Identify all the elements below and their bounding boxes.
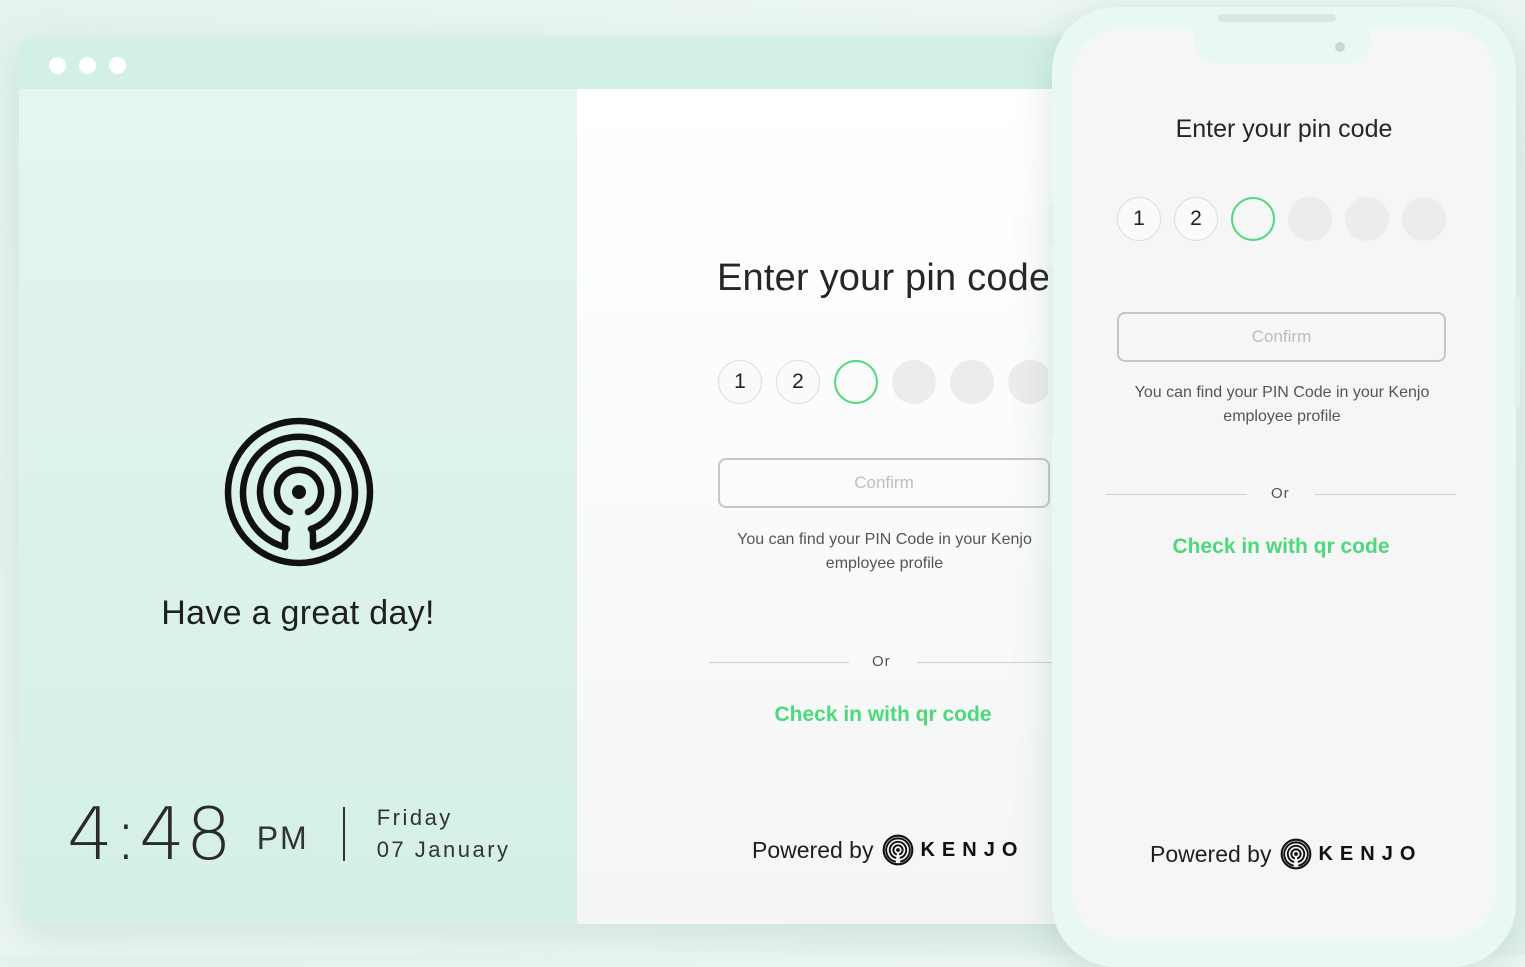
pin-digit-6[interactable] — [1008, 360, 1052, 404]
phone-screen: Enter your pin code 1 2 Confirm You can … — [1072, 29, 1496, 939]
mobile-kenjo-brand-word: KENJO — [1318, 842, 1423, 865]
greeting-text: Have a great day! — [161, 594, 435, 632]
mobile-or-label: Or — [1271, 485, 1290, 502]
mobile-or-line-left — [1106, 494, 1247, 495]
powered-by-label: Powered by — [752, 836, 874, 863]
phone-side-button — [1048, 205, 1054, 245]
pin-title: Enter your pin code — [717, 257, 1051, 299]
kenjo-brand-icon — [882, 834, 914, 866]
mobile-pin-digit-3-active[interactable] — [1231, 197, 1275, 241]
mobile-or-divider: Or — [1106, 485, 1456, 505]
mobile-kenjo-brand-icon — [1280, 838, 1312, 870]
clock-weekday: Friday — [376, 805, 453, 830]
clock-ampm: PM — [256, 819, 309, 856]
powered-by-footer: Powered by KENJO — [752, 834, 1024, 866]
clock-divider — [342, 807, 345, 861]
window-minimize-dot[interactable] — [79, 57, 96, 74]
mobile-pin-helper-text: You can find your PIN Code in your Kenjo… — [1134, 384, 1430, 425]
window-close-dot[interactable] — [49, 57, 66, 74]
or-line-right — [917, 662, 1069, 663]
phone-notch — [1194, 29, 1370, 63]
qr-checkin-link[interactable]: Check in with qr code — [717, 703, 1049, 727]
kenjo-logo-icon — [223, 416, 375, 568]
phone-camera-icon — [1335, 42, 1345, 52]
pin-digit-row[interactable]: 1 2 — [718, 360, 1052, 404]
mobile-powered-by-footer: Powered by KENJO — [1150, 838, 1422, 870]
mobile-pin-digit-4[interactable] — [1288, 197, 1332, 241]
phone-power-button — [1514, 297, 1520, 407]
or-divider: Or — [709, 653, 1069, 673]
clock-date: Friday 07 January — [377, 805, 511, 863]
pin-entry-panel: Enter your pin code 1 2 Confirm You can … — [577, 89, 1109, 924]
window-titlebar — [19, 37, 1109, 89]
mobile-powered-by-label: Powered by — [1150, 840, 1272, 867]
pin-helper-text: You can find your PIN Code in your Kenjo… — [737, 531, 1032, 572]
kiosk-welcome-panel: Have a great day! 4:48 PM Friday 07 Janu… — [19, 89, 577, 924]
mobile-pin-digit-5[interactable] — [1345, 197, 1389, 241]
mobile-or-line-right — [1315, 494, 1456, 495]
or-label: Or — [872, 653, 891, 670]
window-maximize-dot[interactable] — [109, 57, 126, 74]
mobile-pin-digit-2[interactable]: 2 — [1174, 197, 1218, 241]
mobile-qr-checkin-link[interactable]: Check in with qr code — [1072, 535, 1490, 559]
mobile-pin-digit-1[interactable]: 1 — [1117, 197, 1161, 241]
pin-digit-5[interactable] — [950, 360, 994, 404]
pin-digit-2[interactable]: 2 — [776, 360, 820, 404]
clock-date-text: 07 January — [376, 837, 511, 862]
mobile-pin-title: Enter your pin code — [1175, 115, 1393, 143]
clock-time: 4:48 — [67, 792, 233, 876]
pin-digit-3-active[interactable] — [834, 360, 878, 404]
mobile-confirm-button[interactable]: Confirm — [1117, 312, 1446, 362]
pin-digit-4[interactable] — [892, 360, 936, 404]
phone-volume-button — [1048, 265, 1054, 435]
mobile-phone-frame: Enter your pin code 1 2 Confirm You can … — [1048, 7, 1520, 967]
desktop-window: Have a great day! 4:48 PM Friday 07 Janu… — [19, 37, 1109, 924]
confirm-button[interactable]: Confirm — [718, 458, 1050, 508]
pin-digit-1[interactable]: 1 — [718, 360, 762, 404]
kenjo-brand-word: KENJO — [920, 838, 1025, 861]
phone-speaker — [1218, 14, 1336, 22]
mobile-pin-digit-6[interactable] — [1402, 197, 1446, 241]
or-line-left — [709, 662, 849, 663]
clock-display: 4:48 PM Friday 07 January — [67, 789, 511, 879]
mobile-pin-digit-row[interactable]: 1 2 — [1117, 197, 1446, 241]
